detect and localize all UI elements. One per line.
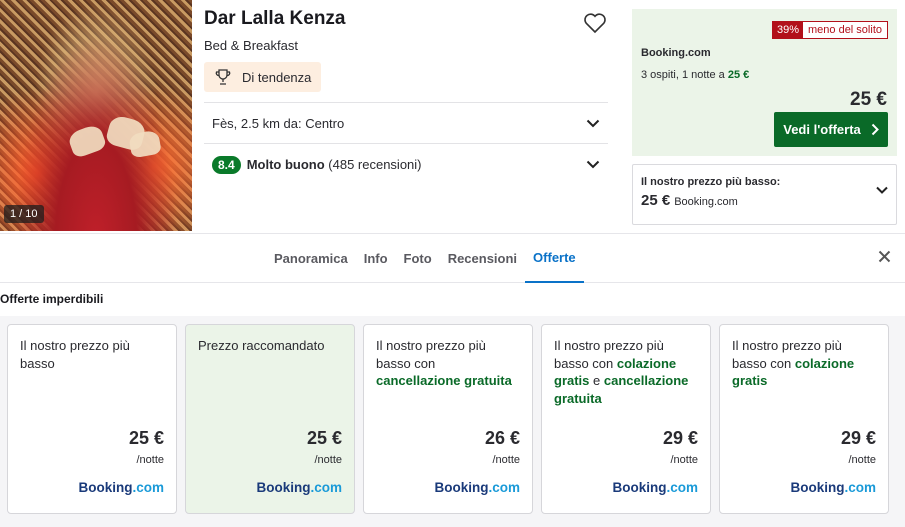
view-deal-label: Vedi l'offerta xyxy=(783,122,861,137)
heart-icon[interactable] xyxy=(582,10,608,36)
lowest-price-value: 25 € Booking.com xyxy=(641,192,888,209)
deal-price: 25 € xyxy=(850,89,887,110)
tab-offerte[interactable]: Offerte xyxy=(525,234,584,283)
offer-card[interactable]: Il nostro prezzo più basso con colazione… xyxy=(719,324,889,514)
offer-card[interactable]: Il nostro prezzo più basso 25 € /notte B… xyxy=(7,324,177,514)
chevron-right-icon xyxy=(871,123,879,136)
tab-bar: Panoramica Info Foto Recensioni Offerte xyxy=(0,233,905,283)
tab-foto[interactable]: Foto xyxy=(396,234,440,283)
offer-description: Il nostro prezzo più basso con cancellaz… xyxy=(376,338,512,388)
discount-badge: 39% meno del solito xyxy=(771,21,888,39)
offer-price: 25 € xyxy=(306,428,342,448)
booking-logo: Booking.com xyxy=(256,480,342,495)
rating-summary: 8.4 Molto buono (485 recensioni) xyxy=(212,156,422,174)
offer-description: Prezzo raccomandato xyxy=(198,338,325,353)
tab-panoramica[interactable]: Panoramica xyxy=(266,234,356,283)
chevron-down-icon xyxy=(876,186,888,194)
guests-price: 25 € xyxy=(727,69,750,81)
discount-percent: 39% xyxy=(772,22,803,38)
chevron-down-icon xyxy=(586,160,600,169)
booking-logo: Booking.com xyxy=(790,480,876,495)
review-count: (485 recensioni) xyxy=(328,157,422,172)
offer-price: 26 € xyxy=(484,428,520,448)
rating-score-badge: 8.4 xyxy=(212,156,241,174)
offer-description: Il nostro prezzo più basso con colazione… xyxy=(554,338,689,406)
lowest-price-panel[interactable]: Il nostro prezzo più basso: 25 € Booking.… xyxy=(632,164,897,225)
lowest-price-provider: Booking.com xyxy=(674,196,738,208)
offer-description: Il nostro prezzo più basso xyxy=(20,338,130,371)
hotel-photo[interactable]: 1 / 10 xyxy=(0,0,192,231)
rating-row[interactable]: 8.4 Molto buono (485 recensioni) xyxy=(204,143,608,185)
hotel-type: Bed & Breakfast xyxy=(204,38,298,53)
deal-provider: Booking.com xyxy=(641,47,711,59)
offer-price: 29 € xyxy=(840,428,876,448)
offer-card[interactable]: Il nostro prezzo più basso con cancellaz… xyxy=(363,324,533,514)
guests-text: 3 ospiti, 1 notte a xyxy=(641,69,728,81)
lowest-price-label: Il nostro prezzo più basso: xyxy=(641,176,781,188)
top-deal-panel: 39% meno del solito Booking.com 3 ospiti… xyxy=(632,9,897,156)
trending-badge: Di tendenza xyxy=(204,62,322,92)
tabs: Panoramica Info Foto Recensioni Offerte xyxy=(266,234,584,283)
rating-label: Molto buono xyxy=(246,157,325,172)
offer-price: 29 € xyxy=(662,428,698,448)
per-night-label: /notte xyxy=(848,454,876,466)
offer-card[interactable]: Il nostro prezzo più basso con colazione… xyxy=(541,324,711,514)
location-text: Fès, 2.5 km da: Centro xyxy=(212,115,345,131)
deal-guests: 3 ospiti, 1 notte a 25 € xyxy=(641,69,749,81)
tab-recensioni[interactable]: Recensioni xyxy=(440,234,525,283)
offer-description: Il nostro prezzo più basso con colazione… xyxy=(732,338,855,388)
per-night-label: /notte xyxy=(492,454,520,466)
offer-card-recommended[interactable]: Prezzo raccomandato 25 € /notte Booking.… xyxy=(185,324,355,514)
hotel-name[interactable]: Dar Lalla Kenza xyxy=(204,8,608,30)
photo-counter: 1 / 10 xyxy=(4,205,44,223)
chevron-down-icon xyxy=(586,119,600,127)
section-title: Offerte imperdibili xyxy=(0,292,104,306)
trophy-icon xyxy=(215,69,231,85)
discount-text: meno del solito xyxy=(803,22,887,38)
trending-label: Di tendenza xyxy=(242,69,312,85)
pillow-decoration xyxy=(66,122,108,160)
booking-logo: Booking.com xyxy=(612,480,698,495)
per-night-label: /notte xyxy=(314,454,342,466)
offer-price: 25 € xyxy=(128,428,164,448)
close-icon[interactable] xyxy=(878,250,891,263)
offers-list: Il nostro prezzo più basso 25 € /notte B… xyxy=(0,316,905,527)
hotel-info: Dar Lalla Kenza Bed & Breakfast Di tende… xyxy=(204,8,608,92)
per-night-label: /notte xyxy=(136,454,164,466)
booking-logo: Booking.com xyxy=(78,480,164,495)
per-night-label: /notte xyxy=(670,454,698,466)
lowest-price-amount: 25 € xyxy=(641,192,671,209)
tab-info[interactable]: Info xyxy=(356,234,396,283)
location-row[interactable]: Fès, 2.5 km da: Centro xyxy=(204,102,608,143)
booking-logo: Booking.com xyxy=(434,480,520,495)
view-deal-button[interactable]: Vedi l'offerta xyxy=(774,112,888,147)
